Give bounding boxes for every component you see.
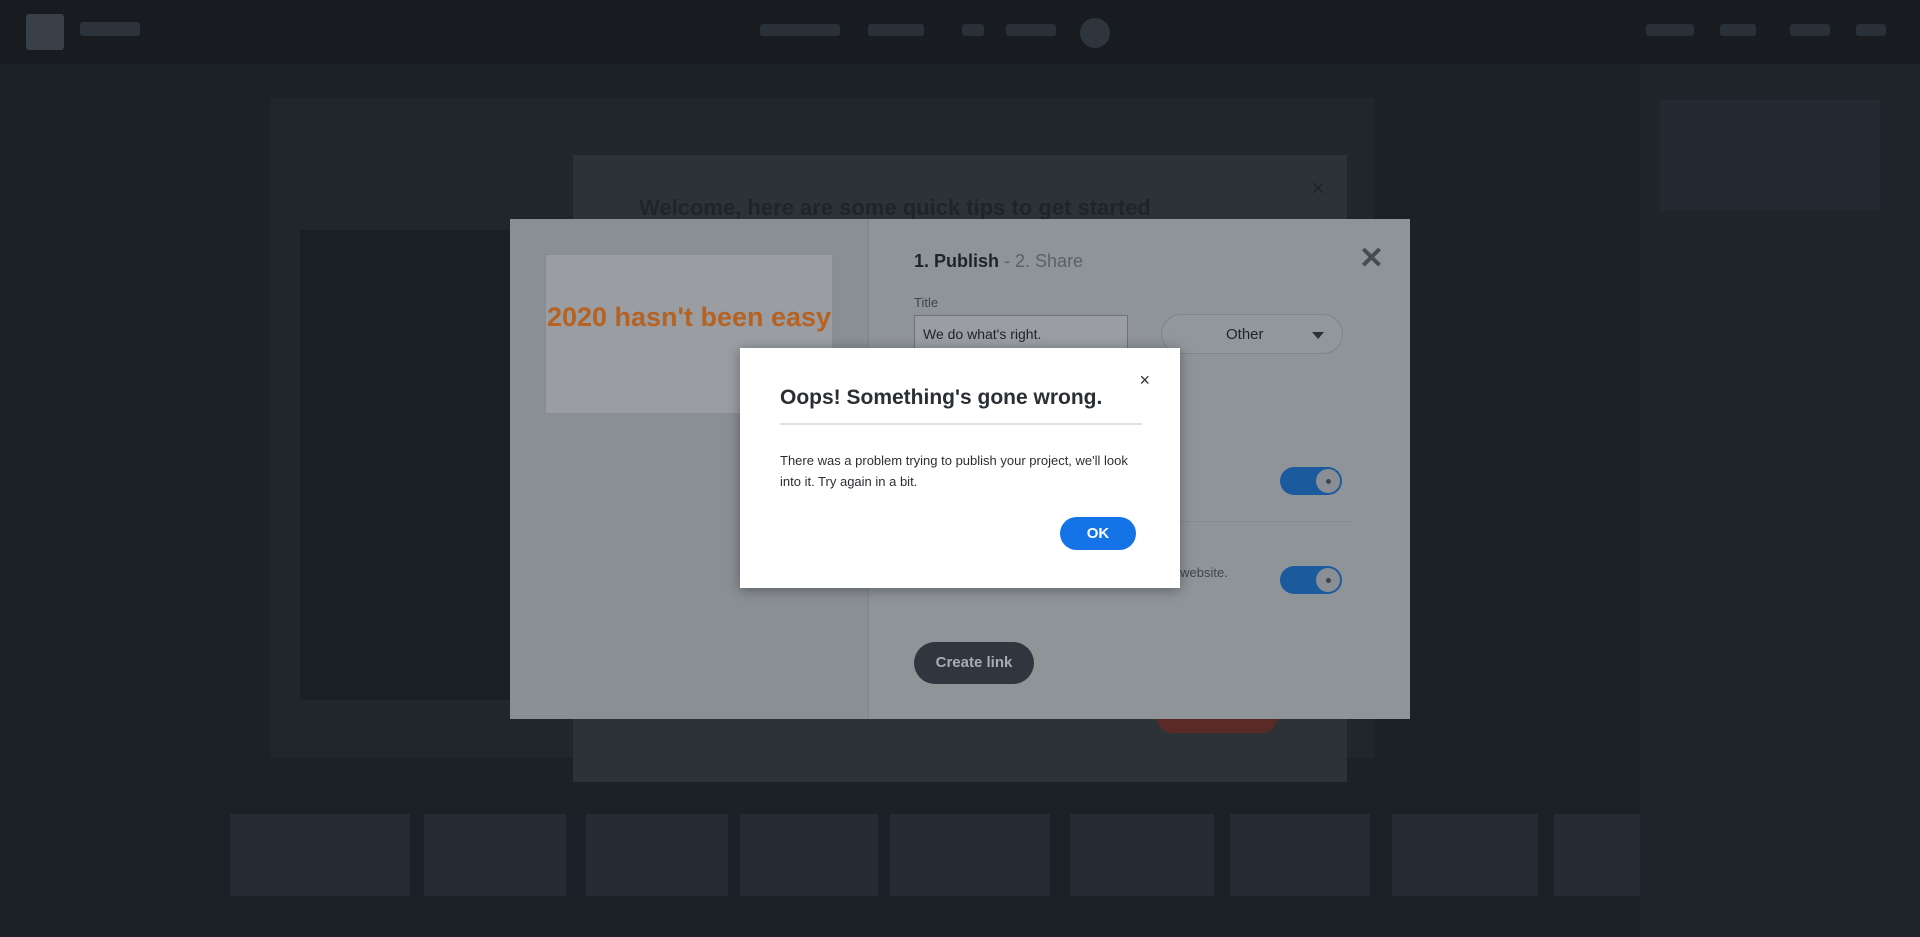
publish-steps: 1. Publish - 2. Share — [914, 251, 1083, 272]
slide-thumbnail — [1392, 814, 1538, 896]
top-bar — [0, 0, 1920, 64]
chevron-down-icon — [1312, 332, 1324, 339]
toggle-knob — [1316, 469, 1340, 493]
slide-thumbnail — [890, 814, 1050, 896]
nav-item-placeholder — [868, 24, 924, 36]
website-toggle — [1280, 566, 1342, 594]
error-message: There was a problem trying to publish yo… — [780, 453, 1128, 489]
slide-thumbnail — [1554, 814, 1640, 896]
slide-thumbnail — [740, 814, 878, 896]
category-value: Other — [1226, 326, 1264, 343]
slide-thumbnail — [230, 814, 410, 896]
category-dropdown: Other — [1161, 314, 1343, 354]
slide-thumbnail — [586, 814, 728, 896]
toggle-knob — [1316, 568, 1340, 592]
create-link-button: Create link — [914, 642, 1034, 684]
nav-item-placeholder — [962, 24, 984, 36]
title-divider — [780, 423, 1142, 425]
welcome-title: Welcome, here are some quick tips to get… — [639, 195, 1151, 220]
error-title: Oops! Something's gone wrong. — [780, 386, 1103, 409]
preview-headline: 2020 hasn't been easy — [546, 302, 832, 332]
nav-item-placeholder — [1720, 24, 1756, 36]
nav-item-placeholder — [760, 24, 840, 36]
fullscreen-tile — [1660, 100, 1880, 210]
title-label: Title — [914, 295, 939, 310]
step-share: - 2. Share — [999, 251, 1084, 271]
nav-item-placeholder — [1646, 24, 1694, 36]
step-publish: 1. Publish — [914, 251, 1000, 271]
slide-filmstrip — [0, 810, 1640, 905]
publish-close-icon: ✕ — [1358, 242, 1384, 275]
nav-item-placeholder — [1006, 24, 1056, 36]
ok-button[interactable]: OK — [1060, 517, 1136, 550]
nav-item-placeholder — [1856, 24, 1886, 36]
nav-item-placeholder — [1790, 24, 1830, 36]
app-logo — [26, 14, 64, 50]
welcome-close-icon: × — [1310, 175, 1325, 202]
slide-thumbnail — [1230, 814, 1370, 896]
nav-circle-button — [1080, 18, 1110, 48]
close-icon[interactable]: × — [1139, 370, 1150, 391]
app-name-placeholder — [80, 22, 140, 36]
slide-thumbnail — [424, 814, 566, 896]
slide-thumbnail — [1070, 814, 1214, 896]
visibility-toggle — [1280, 467, 1342, 495]
error-dialog: × Oops! Something's gone wrong. There wa… — [740, 348, 1180, 588]
